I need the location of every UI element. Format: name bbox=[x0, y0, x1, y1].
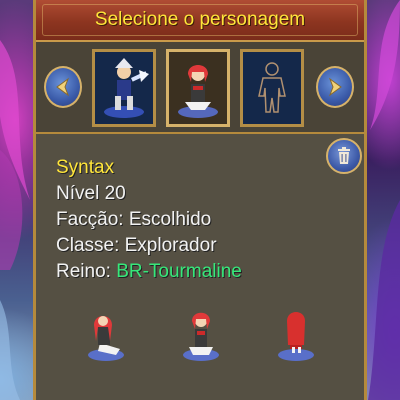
realm-value: BR-Tourmaline bbox=[116, 261, 242, 282]
chevron-right-icon bbox=[328, 77, 342, 97]
redhair-avatar bbox=[178, 65, 218, 118]
trash-icon bbox=[338, 147, 350, 164]
character-name: Syntax bbox=[56, 157, 115, 178]
character-level: Nível 20 bbox=[56, 183, 126, 204]
dialog-title: Selecione o personagem bbox=[94, 9, 306, 30]
preview-pose-right bbox=[278, 312, 314, 361]
preview-pose-left bbox=[88, 316, 124, 361]
delete-character-button[interactable] bbox=[326, 138, 362, 174]
chevron-left-icon bbox=[56, 77, 70, 97]
character-slot-1[interactable] bbox=[92, 49, 156, 127]
preview-pose-center bbox=[183, 312, 219, 361]
character-faction: Facção: Escolhido bbox=[56, 209, 212, 230]
next-character-button[interactable] bbox=[316, 66, 354, 108]
character-class: Classe: Explorador bbox=[56, 235, 217, 256]
realm-label: Reino: bbox=[56, 261, 117, 282]
prev-character-button[interactable] bbox=[44, 66, 82, 108]
character-slot-2[interactable] bbox=[166, 49, 230, 127]
warrior-avatar bbox=[104, 58, 149, 118]
character-slot-3-empty[interactable] bbox=[240, 49, 304, 127]
character-realm: Reino: BR-Tourmaline bbox=[56, 261, 242, 283]
dialog-title-bar: Selecione o personagem bbox=[36, 0, 364, 42]
empty-slot-silhouette-icon bbox=[258, 62, 286, 113]
